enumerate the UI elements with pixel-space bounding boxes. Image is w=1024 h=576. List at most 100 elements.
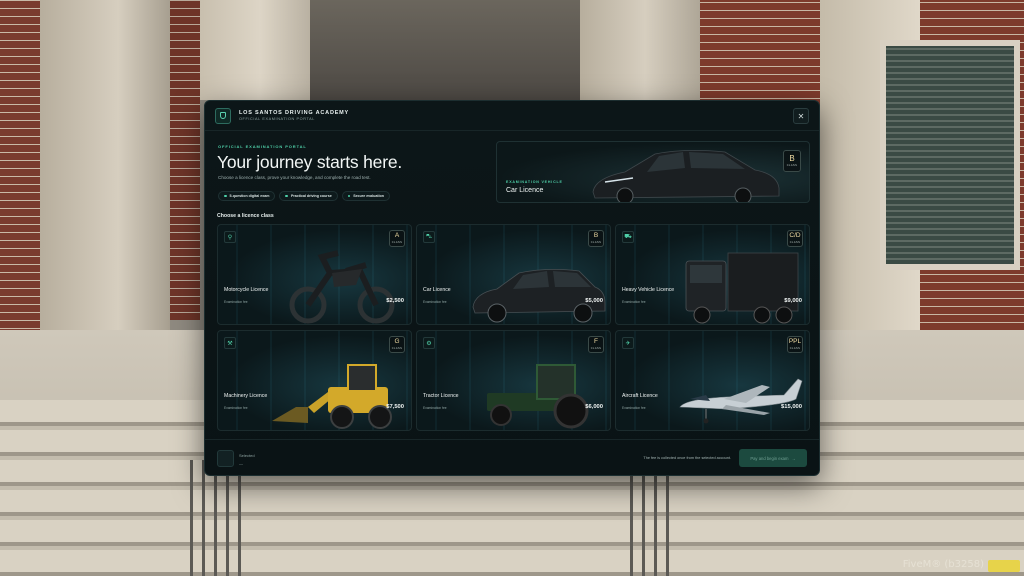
fee-label: Examination fee <box>622 406 646 410</box>
class-letter: B <box>789 154 795 163</box>
licence-grid: ⚲ A CLASS Motorcycle Licence Examination… <box>217 224 810 431</box>
licence-modal: LOS SANTOS DRIVING ACADEMY OFFICIAL EXAM… <box>204 100 820 476</box>
class-word: CLASS <box>789 346 801 350</box>
stone-pillar-right <box>580 0 710 100</box>
fivem-watermark: FiveM® (b3258) <box>902 559 984 570</box>
excavator-icon: ⚒ <box>224 337 236 349</box>
licence-card-machinery[interactable]: ⚒ G CLASS Machinery Licence Examination … <box>217 330 412 431</box>
class-badge: PPL CLASS <box>787 336 803 353</box>
chip-dot-icon <box>224 194 227 198</box>
class-letter: C/D <box>789 232 801 240</box>
class-word: CLASS <box>789 240 801 244</box>
class-letter: B <box>593 232 599 240</box>
chip-dot-icon <box>347 194 351 198</box>
class-letter: F <box>594 338 598 346</box>
card-title: Aircraft Licence <box>622 393 658 399</box>
plane-image <box>679 378 803 424</box>
truck-icon: ⛟ <box>622 231 634 243</box>
card-title: Car Licence <box>423 287 451 293</box>
loader-image <box>272 364 392 429</box>
class-badge: G CLASS <box>389 336 405 353</box>
class-letter: PPL <box>788 338 802 346</box>
brand: LOS SANTOS DRIVING ACADEMY OFFICIAL EXAM… <box>239 110 349 121</box>
fee-label: Examination fee <box>622 300 646 304</box>
featured-title: Car Licence <box>506 187 544 194</box>
window-right <box>880 40 1020 270</box>
class-badge: F CLASS <box>588 336 604 353</box>
stair-railing-left <box>190 460 250 576</box>
pay-button-label: Pay and begin exam <box>750 455 789 461</box>
hero-eyebrow: OFFICIAL EXAMINATION PORTAL <box>218 144 307 149</box>
chip-label: Secure evaluation <box>353 194 384 198</box>
fee-label: Examination fee <box>224 300 248 304</box>
card-price: $9,000 <box>784 298 802 304</box>
featured-eyebrow: EXAMINATION VEHICLE <box>506 180 563 184</box>
class-word: CLASS <box>391 346 403 350</box>
fee-label: Examination fee <box>423 406 447 410</box>
chip-dot-icon <box>285 194 288 198</box>
card-price: $7,500 <box>386 404 404 410</box>
licence-card-aircraft[interactable]: ✈ PPL CLASS Aircraft Licence Examination… <box>615 330 810 431</box>
feature-chips: 5-question digital exam Practical drivin… <box>218 191 390 201</box>
class-word: CLASS <box>786 164 798 167</box>
selected-label: Selected <box>239 453 255 458</box>
licence-card-car[interactable]: ⛍ B CLASS Car Licence Examination fee $5… <box>416 224 611 325</box>
card-price: $2,500 <box>386 298 404 304</box>
academy-logo-icon <box>215 107 231 124</box>
card-title: Heavy Vehicle Licence <box>622 287 675 293</box>
licence-card-motorcycle[interactable]: ⚲ A CLASS Motorcycle Licence Examination… <box>217 224 412 325</box>
brand-subtitle: OFFICIAL EXAMINATION PORTAL <box>239 117 315 121</box>
fee-label: Examination fee <box>224 406 248 410</box>
selected-class-box <box>217 450 234 467</box>
class-badge: B CLASS <box>588 230 604 247</box>
class-letter: G <box>394 338 400 346</box>
class-word: CLASS <box>590 240 602 244</box>
featured-vehicle: EXAMINATION VEHICLE Car Licence B CLASS <box>496 141 810 203</box>
selected-value: — <box>239 461 243 466</box>
licence-card-heavy-vehicle[interactable]: ⛟ C/D CLASS Heavy Vehicle Licence Examin… <box>615 224 810 325</box>
motorcycle-image <box>289 250 395 324</box>
class-badge: C/D CLASS <box>787 230 803 247</box>
hero-title: Your journey starts here. <box>217 152 403 172</box>
hero-description: Choose a licence class, prove your knowl… <box>218 175 371 180</box>
stair-railing-right <box>630 470 670 576</box>
chip-label: 5-question digital exam <box>229 194 270 198</box>
modal-header: LOS SANTOS DRIVING ACADEMY OFFICIAL EXAM… <box>205 101 819 131</box>
class-word: CLASS <box>590 346 602 350</box>
motorcycle-icon: ⚲ <box>224 231 236 243</box>
recording-badge <box>988 560 1020 572</box>
chip-evaluation: Secure evaluation <box>341 191 390 201</box>
card-title: Tractor Licence <box>423 393 459 399</box>
featured-class-badge: B CLASS <box>783 150 801 172</box>
pay-and-begin-button[interactable]: Pay and begin exam → <box>739 449 807 467</box>
chip-label: Practical driving course <box>290 194 332 198</box>
car-icon: ⛍ <box>423 231 435 243</box>
fee-label: Examination fee <box>423 300 447 304</box>
tractor-image <box>487 364 589 429</box>
card-price: $5,000 <box>585 298 603 304</box>
truck-image <box>685 252 799 324</box>
card-price: $6,000 <box>585 404 603 410</box>
licence-card-tractor[interactable]: ⚙ F CLASS Tractor Licence Examination fe… <box>416 330 611 431</box>
chip-exam: 5-question digital exam <box>218 191 276 201</box>
card-title: Machinery Licence <box>224 393 268 399</box>
car-image <box>472 269 606 323</box>
class-word: CLASS <box>391 240 403 244</box>
chip-course: Practical driving course <box>279 191 338 201</box>
plane-icon: ✈ <box>622 337 634 349</box>
arrow-right-icon: → <box>791 455 796 461</box>
section-label: Choose a licence class <box>217 213 274 219</box>
card-price: $15,000 <box>781 404 802 410</box>
modal-footer: Selected — The fee is collected once fro… <box>205 439 819 475</box>
stone-pillar-center <box>200 0 320 100</box>
fee-note: The fee is collected once from the selec… <box>643 456 731 460</box>
close-icon: ✕ <box>797 111 805 121</box>
class-badge: A CLASS <box>389 230 405 247</box>
card-title: Motorcycle Licence <box>224 287 269 293</box>
tractor-icon: ⚙ <box>423 337 435 349</box>
featured-car-image <box>592 150 780 202</box>
stone-pillar-left <box>40 0 170 350</box>
close-button[interactable]: ✕ <box>793 108 809 124</box>
entrance-ceiling <box>310 0 590 100</box>
brand-name: LOS SANTOS DRIVING ACADEMY <box>239 110 350 116</box>
